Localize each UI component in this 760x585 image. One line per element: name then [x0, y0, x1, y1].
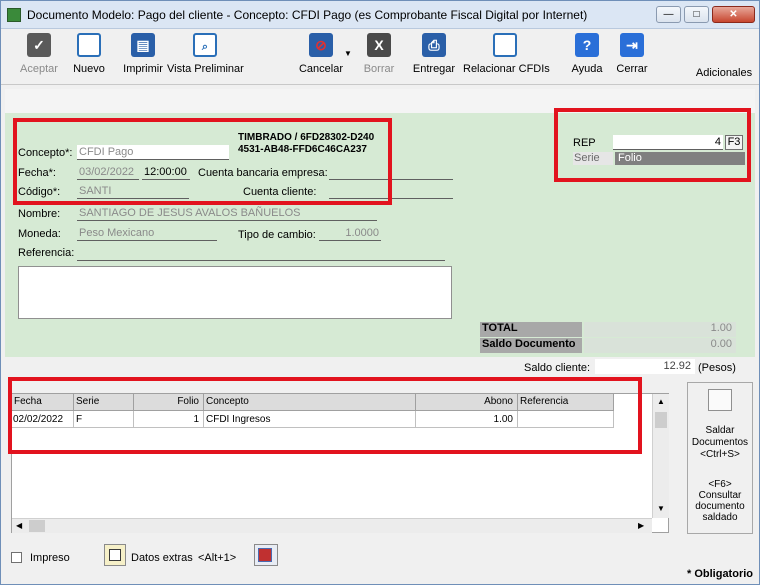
documents-icon	[258, 548, 272, 562]
cerrar-button[interactable]: ⇥ Cerrar	[615, 33, 649, 83]
settle-icon[interactable]	[708, 389, 732, 411]
relacionar-label: Relacionar CFDIs	[463, 63, 550, 75]
close-button[interactable]: ✕	[712, 6, 755, 23]
notes-textarea[interactable]	[18, 266, 452, 319]
exit-icon: ⇥	[620, 33, 644, 57]
borrar-button[interactable]: X Borrar	[359, 33, 399, 83]
cancelar-button[interactable]: ⊘ Cancelar	[297, 33, 345, 83]
main-window: Documento Modelo: Pago del cliente - Con…	[0, 0, 760, 585]
printer-icon: ▤	[131, 33, 155, 57]
app-icon	[7, 8, 21, 22]
cancelar-label: Cancelar	[298, 63, 344, 75]
help-icon: ?	[575, 33, 599, 57]
referencia-label: Referencia:	[18, 247, 75, 259]
consultar-documento-button[interactable]: <F6> Consultar documento saldado	[688, 479, 752, 523]
saldo-cliente-unit: (Pesos)	[698, 362, 736, 374]
total-value: 1.00	[584, 322, 736, 337]
minimize-button[interactable]: —	[656, 6, 681, 23]
f6-label: <F6>	[708, 479, 732, 490]
notepad-icon	[109, 549, 121, 561]
entregar-button[interactable]: ⎙ Entregar	[411, 33, 457, 83]
ayuda-label: Ayuda	[571, 63, 603, 75]
highlight-grid-row	[8, 377, 642, 454]
ayuda-button[interactable]: ? Ayuda	[569, 33, 605, 83]
tipo-cambio-label: Tipo de cambio:	[238, 229, 316, 241]
referencia-field[interactable]	[77, 246, 445, 261]
vista-label: Vista Preliminar	[167, 63, 244, 75]
scroll-down-icon[interactable]: ▼	[657, 504, 665, 513]
moneda-field[interactable]: Peso Mexicano	[77, 226, 217, 241]
imprimir-button[interactable]: ▤ Imprimir	[121, 33, 165, 83]
hscroll-thumb[interactable]	[29, 520, 45, 532]
nombre-field[interactable]: SANTIAGO DE JESUS AVALOS BAÑUELOS	[77, 206, 377, 221]
highlight-header-fields	[13, 118, 392, 205]
window-title: Documento Modelo: Pago del cliente - Con…	[27, 8, 588, 22]
adicionales-label: Adicionales	[695, 67, 753, 79]
nombre-label: Nombre:	[18, 208, 61, 220]
vista-preliminar-button[interactable]: ⌕ Vista Preliminar	[167, 33, 244, 83]
vertical-scrollbar[interactable]: ▲ ▼	[652, 394, 669, 518]
borrar-label: Borrar	[363, 63, 395, 75]
maximize-button[interactable]: □	[684, 6, 709, 23]
total-row: TOTAL 1.00	[480, 322, 736, 337]
cerrar-label: Cerrar	[616, 63, 648, 75]
impreso-label: Impreso	[30, 552, 70, 564]
relacionar-cfdis-button[interactable]: Relacionar CFDIs	[463, 33, 550, 83]
saldar-line-3: <Ctrl+S>	[700, 449, 740, 460]
toolbar: ✓ Aceptar Nuevo ▤ Imprimir ⌕ Vista Preli…	[1, 29, 759, 85]
side-panel: Saldar Documentos <Ctrl+S> <F6> Consulta…	[687, 382, 753, 534]
moneda-label: Moneda:	[18, 228, 61, 240]
saldo-documento-label: Saldo Documento	[480, 338, 582, 353]
saldo-documento-row: Saldo Documento 0.00	[480, 338, 736, 353]
chevron-down-icon: ▼	[344, 49, 352, 58]
preview-icon: ⌕	[193, 33, 217, 57]
datos-extras-shortcut: <Alt+1>	[198, 552, 237, 564]
nuevo-label: Nuevo	[73, 63, 105, 75]
attachments-button[interactable]	[254, 544, 278, 566]
datos-extras-label: Datos extras	[131, 552, 193, 564]
saldo-cliente-value: 12.92	[595, 359, 695, 374]
check-icon: ✓	[27, 33, 51, 57]
saldar-line-1: Saldar	[705, 425, 735, 436]
entregar-label: Entregar	[412, 63, 456, 75]
saldo-documento-value: 0.00	[584, 338, 736, 353]
aceptar-label: Aceptar	[20, 63, 58, 75]
consultar-line-3: saldado	[702, 512, 738, 523]
nuevo-button[interactable]: Nuevo	[67, 33, 111, 83]
relate-documents-icon	[493, 33, 517, 57]
horizontal-scrollbar[interactable]: ◀ ▶	[12, 518, 652, 533]
consultar-line-1: Consultar	[698, 490, 742, 501]
impreso-checkbox[interactable]	[11, 552, 22, 563]
deliver-icon: ⎙	[422, 33, 446, 57]
obligatorio-note: * Obligatorio	[687, 568, 753, 580]
total-label: TOTAL	[480, 322, 582, 337]
tipo-cambio-field[interactable]: 1.0000	[319, 226, 381, 241]
scroll-thumb[interactable]	[655, 412, 667, 428]
highlight-rep-folio	[554, 108, 751, 182]
datos-extras-button[interactable]	[104, 544, 126, 566]
consultar-line-2: documento	[695, 501, 745, 512]
new-document-icon	[77, 33, 101, 57]
imprimir-label: Imprimir	[123, 63, 163, 75]
aceptar-button[interactable]: ✓ Aceptar	[15, 33, 63, 83]
saldar-documentos-button[interactable]: Saldar Documentos <Ctrl+S>	[688, 425, 752, 461]
saldo-cliente-label: Saldo cliente:	[524, 362, 591, 374]
saldar-line-2: Documentos	[691, 437, 749, 448]
cancel-icon: ⊘	[309, 33, 333, 57]
title-bar: Documento Modelo: Pago del cliente - Con…	[1, 1, 759, 29]
scroll-up-icon[interactable]: ▲	[657, 397, 665, 406]
scroll-left-icon[interactable]: ◀	[16, 521, 22, 530]
scroll-right-icon[interactable]: ▶	[638, 521, 644, 530]
delete-icon: X	[367, 33, 391, 57]
